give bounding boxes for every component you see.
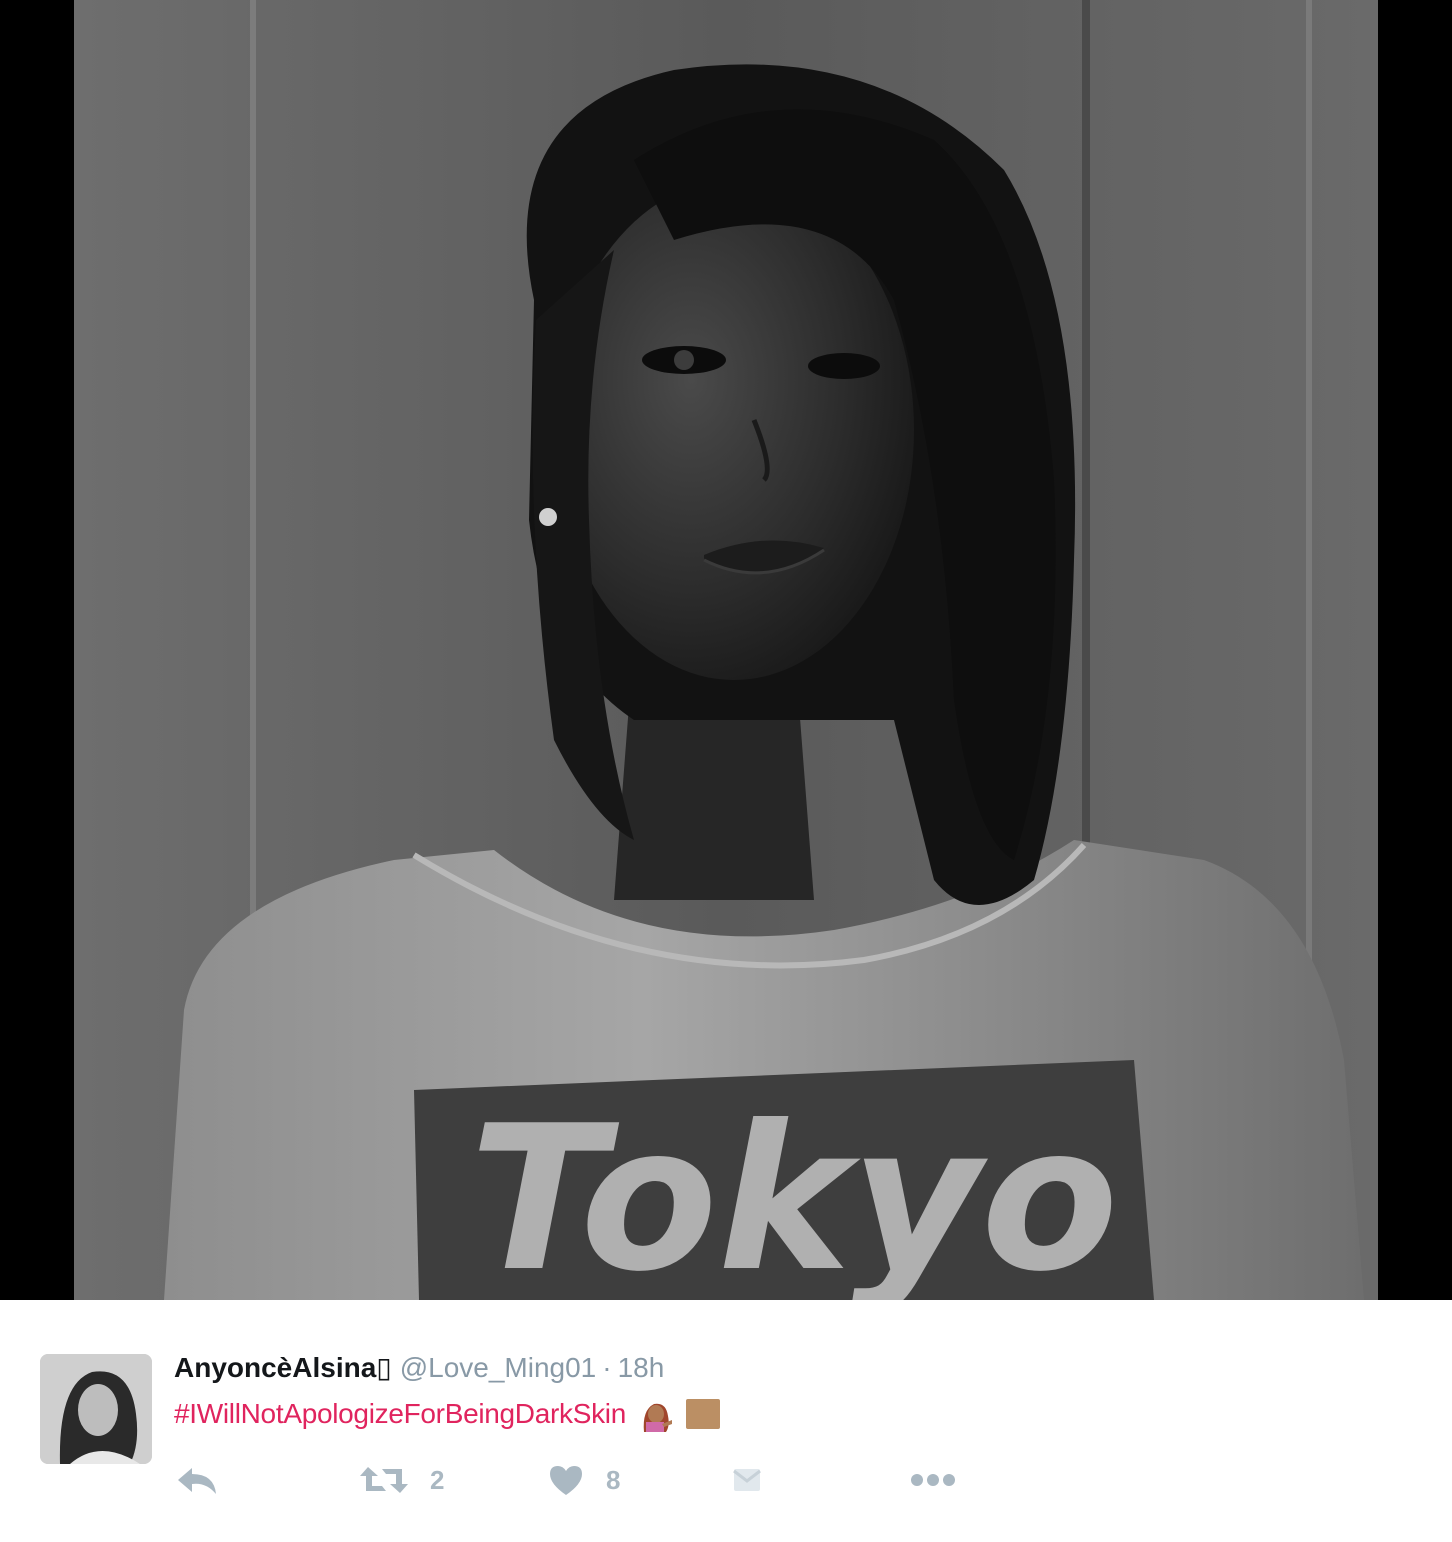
tweet-timestamp[interactable]: 18h — [618, 1350, 665, 1386]
header-separator: · — [602, 1352, 612, 1383]
shirt-text: Tokyo — [470, 1083, 1119, 1300]
reply-button[interactable] — [176, 1458, 218, 1502]
hashtag-link[interactable]: #IWillNotApologizeForBeingDarkSkin — [174, 1398, 626, 1430]
direct-message-button[interactable] — [732, 1458, 762, 1502]
more-dots-icon — [911, 1474, 955, 1486]
tweet-actions: 2 8 — [174, 1458, 974, 1502]
tweet-header: AnyoncèAlsina ▯ @Love_Ming01 · 18h — [174, 1350, 664, 1386]
tweet-card: AnyoncèAlsina ▯ @Love_Ming01 · 18h #IWil… — [0, 1300, 1452, 1542]
retweet-button[interactable]: 2 — [360, 1458, 444, 1502]
user-handle[interactable]: @Love_Ming01 — [400, 1350, 597, 1386]
like-count: 8 — [606, 1464, 621, 1495]
retweet-count: 2 — [430, 1464, 445, 1495]
more-button[interactable] — [910, 1458, 956, 1502]
avatar-image — [40, 1354, 152, 1464]
portrait-photo: Tokyo — [74, 0, 1378, 1300]
retweet-icon — [360, 1467, 408, 1493]
reply-icon — [178, 1468, 216, 1494]
tweet-media-frame: Tokyo — [0, 0, 1452, 1300]
tweet-text: #IWillNotApologizeForBeingDarkSkin — [174, 1394, 720, 1434]
envelope-icon — [733, 1469, 761, 1491]
woman-tipping-hand-emoji — [638, 1396, 674, 1432]
tweet-photo[interactable]: Tokyo — [74, 0, 1378, 1300]
like-button[interactable]: 8 — [548, 1458, 620, 1502]
medium-dark-skin-tone-swatch — [686, 1399, 720, 1429]
name-badge-glyph: ▯ — [376, 1352, 392, 1383]
avatar[interactable] — [40, 1354, 152, 1464]
display-name[interactable]: AnyoncèAlsina — [174, 1350, 376, 1386]
heart-icon — [550, 1466, 582, 1495]
